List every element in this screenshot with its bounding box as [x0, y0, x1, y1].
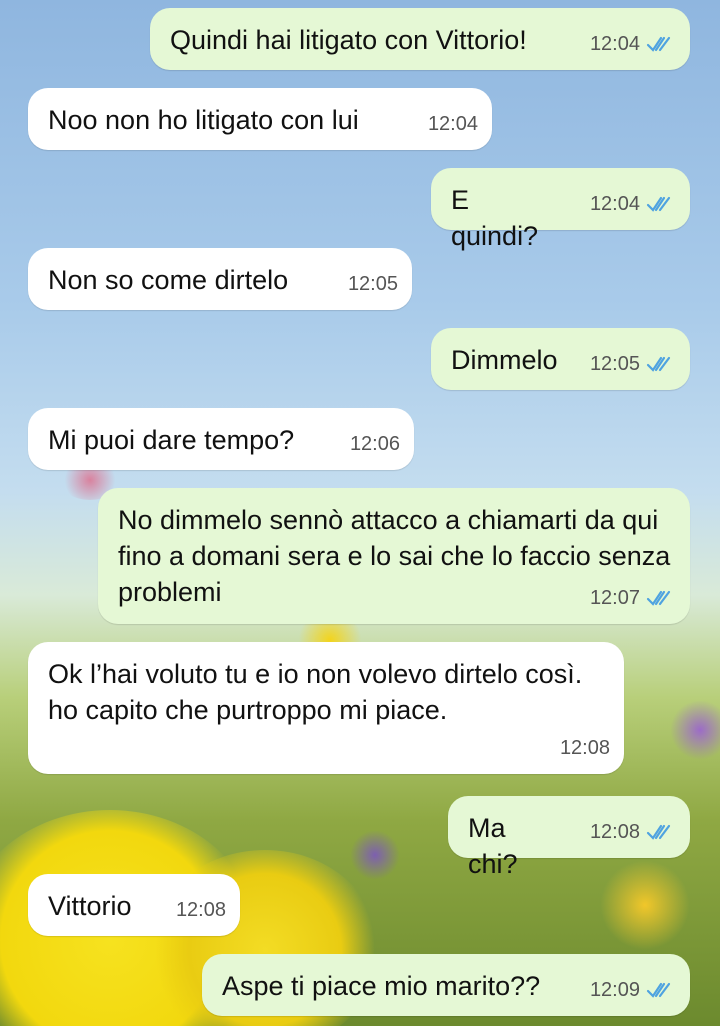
outgoing-message[interactable]: No dimmelo sennò attacco a chiamarti da … [98, 488, 690, 624]
message-text: Quindi hai litigato con Vittorio! [170, 25, 527, 55]
message-meta: 12:07 [590, 580, 676, 616]
message-text: Aspe ti piace mio marito?? [222, 971, 541, 1001]
wallpaper-flower [670, 700, 720, 760]
wallpaper-flower [350, 830, 400, 880]
outgoing-message[interactable]: E quindi? 12:04 [431, 168, 690, 251]
message-time: 12:09 [589, 979, 640, 1001]
double-check-icon [646, 590, 671, 606]
incoming-message[interactable]: Non so come dirtelo 12:05 [28, 248, 412, 310]
outgoing-message[interactable]: Dimmelo 12:05 [431, 328, 690, 390]
message-time: 12:04 [589, 193, 640, 215]
message-meta: 12:05 [590, 346, 676, 382]
message-meta: 12:08 [176, 892, 226, 928]
message-meta: 12:09 [590, 972, 676, 1008]
message-time: 12:08 [589, 821, 640, 843]
wallpaper-flower [600, 860, 690, 950]
outgoing-message[interactable]: Ma chi? 12:08 [448, 796, 690, 879]
incoming-message[interactable]: Vittorio 12:08 [28, 874, 240, 936]
message-meta: 12:08 [590, 814, 676, 850]
message-meta: 12:04 [428, 106, 478, 142]
message-meta: 12:06 [350, 426, 400, 462]
message-time: 12:08 [559, 737, 610, 759]
message-time: 12:07 [589, 587, 640, 609]
message-text: Dimmelo [451, 345, 558, 375]
outgoing-message[interactable]: Aspe ti piace mio marito?? 12:09 [202, 954, 690, 1016]
message-time: 12:05 [347, 273, 398, 295]
incoming-message[interactable]: Mi puoi dare tempo? 12:06 [28, 408, 414, 470]
message-meta: 12:04 [590, 26, 676, 62]
double-check-icon [646, 982, 671, 998]
message-text: Non so come dirtelo [48, 265, 289, 295]
double-check-icon [646, 356, 671, 372]
double-check-icon [646, 196, 671, 212]
message-time: 12:04 [589, 33, 640, 55]
message-text: Mi puoi dare tempo? [48, 425, 295, 455]
outgoing-message[interactable]: Quindi hai litigato con Vittorio! 12:04 [150, 8, 690, 70]
double-check-icon [646, 36, 671, 52]
message-time: 12:06 [349, 433, 400, 455]
message-meta: 12:04 [590, 186, 676, 222]
message-time: 12:08 [175, 899, 226, 921]
incoming-message[interactable]: Noo non ho litigato con lui 12:04 [28, 88, 492, 150]
message-text: Noo non ho litigato con lui [48, 105, 359, 135]
message-text: E quindi? [451, 185, 539, 251]
message-text: Vittorio [48, 891, 132, 921]
message-meta: 12:08 [560, 730, 610, 766]
double-check-icon [646, 824, 671, 840]
message-text: Ok l’hai voluto tu e io non volevo dirte… [48, 659, 590, 725]
incoming-message[interactable]: Ok l’hai voluto tu e io non volevo dirte… [28, 642, 624, 774]
message-text: Ma chi? [468, 813, 518, 879]
message-time: 12:05 [589, 353, 640, 375]
message-time: 12:04 [427, 113, 478, 135]
message-meta: 12:05 [348, 266, 398, 302]
